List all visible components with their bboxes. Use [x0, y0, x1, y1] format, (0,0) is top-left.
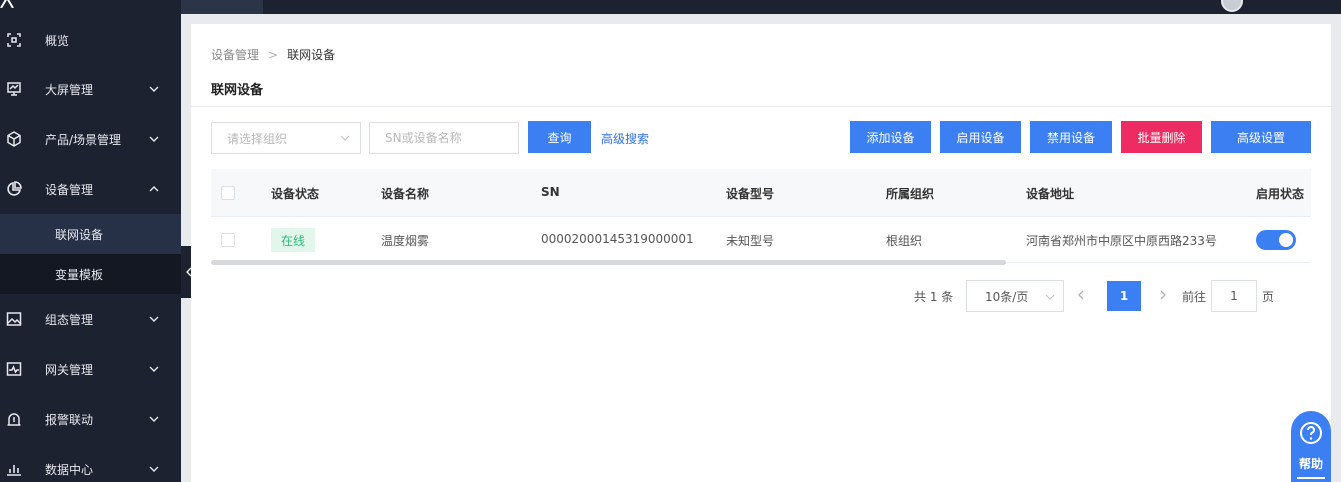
breadcrumb-separator-icon: > — [268, 47, 279, 62]
page-size-select[interactable]: 10条/页 — [966, 280, 1064, 312]
enable-device-button[interactable]: 启用设备 — [940, 121, 1021, 153]
device-sn: 00002000145319000001 — [541, 232, 694, 246]
org-select[interactable]: 请选择组织 — [211, 122, 361, 154]
top-tab-active[interactable] — [181, 0, 263, 14]
monitor-icon — [6, 81, 22, 97]
select-all-checkbox[interactable] — [221, 186, 235, 200]
sidebar-subitem-networked-devices[interactable]: 联网设备 — [0, 214, 181, 254]
sidebar-item-product[interactable]: 产品/场景管理 — [0, 114, 181, 164]
table-header: 设备状态 设备名称 SN 设备型号 所属组织 设备地址 启用状态 — [211, 169, 1311, 217]
query-button[interactable]: 查询 — [528, 121, 591, 153]
status-badge: 在线 — [271, 228, 315, 252]
help-underline — [1297, 477, 1325, 479]
sidebar-item-label: 网关管理 — [45, 362, 94, 377]
sidebar-item-device[interactable]: 设备管理 — [0, 164, 181, 214]
switch-knob — [1279, 233, 1293, 247]
table-row: 在线 温度烟雾 00002000145319000001 未知型号 根组织 河南… — [211, 217, 1311, 263]
alarm-icon — [6, 411, 22, 427]
advanced-settings-button[interactable]: 高级设置 — [1211, 121, 1311, 153]
add-device-button[interactable]: 添加设备 — [850, 121, 931, 153]
column-header: SN — [541, 185, 560, 199]
sidebar-item-screen[interactable]: 大屏管理 — [0, 64, 181, 114]
pagination-total: 共 1 条 — [914, 290, 954, 304]
sidebar-item-data-center[interactable]: 数据中心 — [0, 444, 181, 482]
overview-icon — [6, 32, 22, 48]
sidebar-item-label: 数据中心 — [45, 462, 94, 477]
sidebar-item-label: 产品/场景管理 — [45, 132, 122, 147]
pulse-icon — [6, 361, 22, 377]
main-card: 设备管理 > 联网设备 联网设备 请选择组织 查询 高级搜索 添加设备 启用设备… — [191, 24, 1331, 482]
pie-chart-icon — [6, 181, 22, 197]
breadcrumb-parent[interactable]: 设备管理 — [211, 46, 259, 63]
column-header: 所属组织 — [886, 187, 935, 201]
page-suffix: 页 — [1262, 290, 1275, 304]
bar-chart-icon — [6, 461, 22, 477]
sidebar-item-label: 设备管理 — [45, 182, 94, 197]
horizontal-scrollbar[interactable] — [211, 260, 1006, 265]
current-page-button[interactable]: 1 — [1107, 281, 1141, 311]
sidebar-item-overview[interactable]: 概览 — [0, 15, 181, 65]
org-select-placeholder: 请选择组织 — [227, 131, 288, 146]
sidebar-item-label: 报警联动 — [45, 412, 94, 427]
disable-device-button[interactable]: 禁用设备 — [1030, 121, 1112, 153]
chevron-down-icon — [148, 83, 160, 95]
chevron-down-icon — [148, 133, 160, 145]
goto-label: 前往 — [1182, 290, 1207, 304]
sidebar-subitem-variable-template[interactable]: 变量模板 — [0, 254, 181, 294]
device-name: 温度烟雾 — [381, 234, 430, 248]
chevron-down-icon — [148, 313, 160, 325]
advanced-search-link[interactable]: 高级搜索 — [601, 130, 649, 147]
breadcrumb-current: 联网设备 — [287, 48, 336, 62]
page-size-value: 10条/页 — [985, 289, 1029, 304]
sidebar-subitem-label: 变量模板 — [55, 267, 104, 282]
batch-delete-button[interactable]: 批量删除 — [1121, 121, 1202, 153]
device-model: 未知型号 — [726, 234, 775, 248]
device-address: 河南省郑州市中原区中原西路233号 — [1026, 234, 1217, 248]
search-input[interactable] — [369, 122, 519, 154]
column-header: 设备状态 — [271, 187, 320, 201]
row-checkbox[interactable] — [221, 233, 235, 247]
breadcrumb: 设备管理 > 联网设备 — [211, 46, 335, 63]
page-title: 联网设备 — [211, 83, 264, 98]
sidebar-item-alarm[interactable]: 报警联动 — [0, 394, 181, 444]
goto-page-input[interactable] — [1211, 280, 1257, 312]
image-icon — [6, 311, 22, 327]
cube-icon — [6, 131, 22, 147]
chevron-up-icon — [148, 183, 160, 195]
sidebar-subitem-label: 联网设备 — [55, 227, 104, 242]
sidebar-item-gateway[interactable]: 网关管理 — [0, 344, 181, 394]
top-bar — [181, 0, 1341, 14]
sidebar-item-label: 大屏管理 — [45, 82, 94, 97]
column-header: 设备名称 — [381, 187, 430, 201]
chevron-down-icon — [340, 135, 350, 141]
device-org: 根组织 — [886, 234, 923, 248]
chevron-down-icon — [148, 463, 160, 475]
avatar[interactable] — [1221, 0, 1243, 12]
column-header: 设备型号 — [726, 187, 775, 201]
chevron-down-icon — [148, 413, 160, 425]
sidebar: 概览 大屏管理 产品/场景管理 设备管理 联网设备 变量模板 组态管理 网关管理… — [0, 0, 181, 482]
prev-page-icon[interactable] — [1074, 288, 1088, 302]
enable-switch[interactable] — [1256, 230, 1296, 250]
chevron-down-icon — [148, 363, 160, 375]
column-header: 设备地址 — [1026, 187, 1075, 201]
next-page-icon[interactable] — [1156, 288, 1170, 302]
divider — [191, 106, 1331, 107]
column-header: 启用状态 — [1256, 187, 1305, 201]
question-icon — [1300, 422, 1322, 444]
sidebar-item-label: 组态管理 — [45, 312, 94, 327]
help-label: 帮助 — [1299, 457, 1324, 471]
logo — [0, 0, 24, 9]
help-button[interactable]: 帮助 — [1291, 411, 1331, 482]
chevron-down-icon — [1045, 294, 1055, 300]
sidebar-item-label: 概览 — [45, 33, 70, 48]
sidebar-item-configuration[interactable]: 组态管理 — [0, 294, 181, 344]
